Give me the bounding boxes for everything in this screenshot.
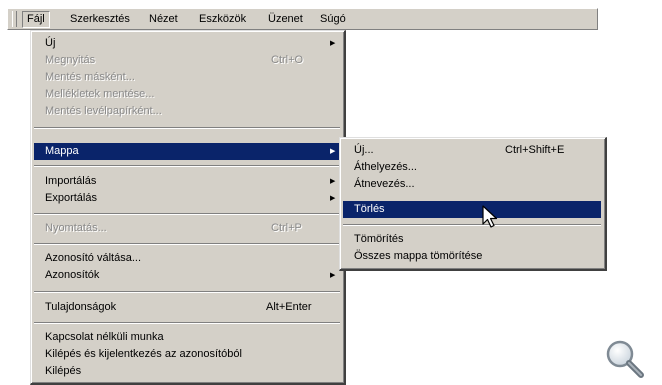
menu-item-label: Mentés levélpapírként... — [45, 105, 162, 117]
menu-item-new[interactable]: Új ▶ — [34, 35, 340, 52]
submenu-item-compact[interactable]: Tömörítés — [343, 231, 601, 248]
menu-separator — [34, 322, 340, 324]
menu-view[interactable]: Nézet — [145, 12, 182, 27]
submenu-item-move[interactable]: Áthelyezés... — [343, 159, 601, 176]
menu-item-label: Importálás — [45, 175, 97, 187]
menu-item-label: Áthelyezés... — [354, 161, 417, 173]
menu-item-work-offline[interactable]: Kapcsolat nélküli munka — [34, 329, 340, 346]
menu-item-label: Kapcsolat nélküli munka — [45, 331, 164, 343]
menu-item-label: Törlés — [354, 203, 385, 215]
menu-item-import[interactable]: Importálás ▶ — [34, 173, 340, 190]
menu-item-label: Új... — [354, 144, 374, 156]
submenu-item-rename[interactable]: Átnevezés... — [343, 176, 601, 193]
menu-tools[interactable]: Eszközök — [195, 12, 250, 27]
menu-item-save-as: Mentés másként... — [34, 69, 340, 86]
menu-bar: Fájl Szerkesztés Nézet Eszközök Üzenet S… — [7, 8, 598, 30]
menu-item-label: Nyomtatás... — [45, 222, 107, 234]
menu-separator — [34, 243, 340, 245]
menu-item-label: Azonosítók — [45, 269, 100, 281]
submenu-arrow-icon: ▶ — [330, 40, 336, 47]
menu-item-label: Kilépés — [45, 365, 82, 377]
menu-item-exit[interactable]: Kilépés — [34, 363, 340, 380]
toolbar-grip[interactable] — [12, 11, 17, 27]
menu-separator — [34, 127, 340, 129]
submenu-arrow-icon: ▶ — [330, 272, 336, 279]
shortcut-label: Ctrl+Shift+E — [505, 144, 565, 156]
menu-separator — [34, 165, 340, 167]
submenu-item-new-folder[interactable]: Új... Ctrl+Shift+E — [343, 142, 601, 159]
menu-item-open: Megnyitás Ctrl+O — [34, 52, 340, 69]
menu-separator — [34, 291, 340, 293]
file-menu: Új ▶ Megnyitás Ctrl+O Mentés másként... … — [30, 30, 346, 385]
submenu-item-compact-all[interactable]: Összes mappa tömörítése — [343, 248, 601, 265]
menu-item-folder[interactable]: Mappa ▶ — [34, 143, 340, 160]
mouse-pointer-icon — [482, 205, 498, 228]
menu-item-label: Mentés másként... — [45, 71, 135, 83]
submenu-arrow-icon: ▶ — [330, 148, 336, 155]
menu-item-save-attachments: Mellékletek mentése... — [34, 86, 340, 103]
menu-item-label: Exportálás — [45, 192, 97, 204]
menu-item-label: Kilépés és kijelentkezés az azonosítóból — [45, 348, 242, 360]
menu-item-label: Átnevezés... — [354, 178, 415, 190]
folder-submenu: Új... Ctrl+Shift+E Áthelyezés... Átnevez… — [339, 137, 607, 271]
menu-item-label: Tömörítés — [354, 233, 404, 245]
shortcut-label: Ctrl+O — [271, 54, 304, 66]
menu-item-label: Mellékletek mentése... — [45, 88, 155, 100]
submenu-arrow-icon: ▶ — [330, 178, 336, 185]
menu-item-label: Összes mappa tömörítése — [354, 250, 483, 262]
menu-edit[interactable]: Szerkesztés — [66, 12, 134, 27]
menu-item-label: Megnyitás — [45, 54, 96, 66]
menu-item-label: Új — [45, 37, 56, 49]
menu-separator — [343, 224, 601, 226]
menu-item-label: Tulajdonságok — [45, 301, 117, 313]
submenu-item-delete[interactable]: Törlés — [343, 201, 601, 218]
shortcut-label: Ctrl+P — [271, 222, 302, 234]
menu-file[interactable]: Fájl — [22, 11, 50, 28]
magnifier-icon[interactable] — [603, 337, 645, 379]
submenu-arrow-icon: ▶ — [330, 195, 336, 202]
menu-item-print: Nyomtatás... Ctrl+P — [34, 220, 340, 237]
menu-item-export[interactable]: Exportálás ▶ — [34, 190, 340, 207]
menu-item-switch-identity[interactable]: Azonosító váltása... — [34, 250, 340, 267]
menu-separator — [34, 213, 340, 215]
menu-item-identities[interactable]: Azonosítók ▶ — [34, 267, 340, 284]
menu-item-label: Azonosító váltása... — [45, 252, 141, 264]
menu-item-save-stationery: Mentés levélpapírként... — [34, 103, 340, 120]
menu-item-exit-logoff[interactable]: Kilépés és kijelentkezés az azonosítóból — [34, 346, 340, 363]
menu-help[interactable]: Súgó — [316, 12, 350, 27]
menu-item-label: Mappa — [45, 145, 79, 157]
menu-item-properties[interactable]: Tulajdonságok Alt+Enter — [34, 299, 340, 316]
shortcut-label: Alt+Enter — [266, 301, 312, 313]
menu-message[interactable]: Üzenet — [264, 12, 307, 27]
